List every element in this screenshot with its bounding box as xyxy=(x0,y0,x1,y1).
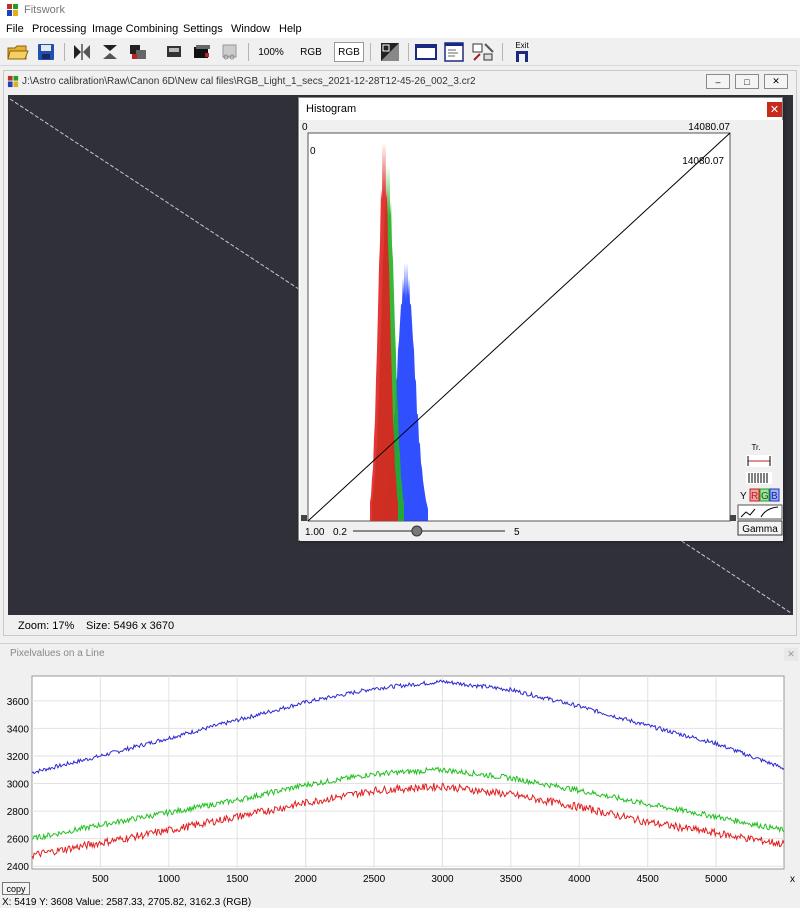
y-tick-label: 3400 xyxy=(7,724,30,735)
toolbar: 100% RGB RGB Exit xyxy=(0,38,800,66)
print-icon[interactable] xyxy=(162,42,186,62)
black-point-handle[interactable] xyxy=(301,515,307,521)
y-tick-label: 3000 xyxy=(7,780,30,791)
white-point-handle[interactable] xyxy=(730,515,736,521)
minimize-icon: – xyxy=(715,76,721,87)
menu-image-combining[interactable]: Image Combining xyxy=(92,23,178,35)
x-tick-label: 1500 xyxy=(226,874,249,885)
minimize-button[interactable]: – xyxy=(706,74,730,89)
exit-icon xyxy=(516,51,528,62)
histogram-titlebar: Histogram ✕ xyxy=(299,98,782,120)
gamma-value: 1.00 xyxy=(305,527,325,538)
pixel-status-readout: X: 5419 Y: 3608 Value: 2587.33, 2705.82,… xyxy=(2,897,252,908)
zoom-100-button[interactable]: 100% xyxy=(254,42,288,62)
histogram-panel: 0 14080.07 0 14080.07 1.00 0.2 5 Tr. Y R… xyxy=(300,120,783,541)
contrast-icon[interactable] xyxy=(378,42,402,62)
x-tick-label: 3000 xyxy=(431,874,454,885)
menu-file[interactable]: File xyxy=(6,23,24,35)
barcode-icon[interactable] xyxy=(746,472,772,484)
restore-icon: □ xyxy=(744,76,750,87)
channel-y[interactable]: Y xyxy=(740,491,747,502)
restore-button[interactable]: □ xyxy=(735,74,759,89)
app-title: Fitswork xyxy=(24,4,65,16)
rgb-button-1[interactable]: RGB xyxy=(296,42,326,62)
y-tick-label: 2600 xyxy=(7,835,30,846)
close-icon: ✕ xyxy=(787,649,795,659)
histogram-left-min: 0 xyxy=(302,122,308,133)
y-tick-label: 3200 xyxy=(7,752,30,763)
histogram-inner-right: 14080.07 xyxy=(682,156,724,167)
channel-b[interactable]: B xyxy=(771,491,778,502)
copy-button[interactable]: copy xyxy=(2,882,30,895)
y-tick-label: 2400 xyxy=(7,862,30,873)
close-icon: ✕ xyxy=(772,76,780,86)
x-tick-label: 4000 xyxy=(568,874,591,885)
channel-g[interactable]: G xyxy=(761,491,769,502)
x-axis-label: x xyxy=(790,874,795,885)
window-icon[interactable] xyxy=(414,42,438,62)
black-card-icon[interactable] xyxy=(190,42,214,62)
channel-r[interactable]: R xyxy=(751,491,758,502)
y-tick-label: 2800 xyxy=(7,807,30,818)
range-icon[interactable] xyxy=(746,455,772,467)
zoom-readout: Zoom: 17% xyxy=(18,620,75,632)
fitswork-logo-icon xyxy=(7,4,18,16)
slider-min: 0.2 xyxy=(333,527,347,538)
fitswork-logo-icon xyxy=(7,75,19,88)
x-tick-label: 500 xyxy=(92,874,109,885)
menu-settings[interactable]: Settings xyxy=(183,23,223,35)
image-status-bar: Zoom: 17% Size: 5496 x 3670 xyxy=(8,617,793,635)
slider-max: 5 xyxy=(514,527,520,538)
crop-icon[interactable] xyxy=(218,42,242,62)
save-icon[interactable] xyxy=(34,42,58,62)
image-window-titlebar: J:\Astro calibration\Raw\Canon 6D\New ca… xyxy=(4,71,796,93)
exit-label: Exit xyxy=(515,41,529,50)
curve-mode-icon[interactable] xyxy=(737,504,783,520)
x-tick-label: 5000 xyxy=(705,874,728,885)
histogram-close-button[interactable]: ✕ xyxy=(767,102,782,117)
flip-horizontal-icon[interactable] xyxy=(70,42,94,62)
app-title-bar: Fitswork xyxy=(0,0,800,20)
pixel-values-window: Pixelvalues on a Line ✕ 500 1000 1500 2000 2… xyxy=(0,643,800,908)
histogram-top-right: 14080.07 xyxy=(688,122,730,133)
image-window-title: J:\Astro calibration\Raw\Canon 6D\New ca… xyxy=(22,76,476,87)
histogram-graph[interactable]: 0 14080.07 0 14080.07 1.00 0.2 5 Tr. Y R… xyxy=(300,120,783,541)
pixel-values-close-button[interactable]: ✕ xyxy=(784,648,798,661)
open-icon[interactable] xyxy=(6,42,30,62)
exit-button[interactable]: Exit xyxy=(508,42,536,62)
x-tick-label: 3500 xyxy=(500,874,523,885)
x-tick-label: 2500 xyxy=(363,874,386,885)
size-readout: Size: 5496 x 3670 xyxy=(86,620,175,632)
histogram-title: Histogram xyxy=(306,103,357,115)
rotate-icon[interactable] xyxy=(126,42,150,62)
close-button[interactable]: ✕ xyxy=(764,74,788,89)
tools-icon[interactable] xyxy=(470,42,496,62)
tr-label: Tr. xyxy=(751,443,760,452)
x-tick-label: 4500 xyxy=(637,874,660,885)
pixel-values-title: Pixelvalues on a Line xyxy=(10,648,105,659)
histogram-window: Histogram ✕ 0 14080.07 0 14080.07 1.00 0… xyxy=(298,97,783,541)
close-icon: ✕ xyxy=(769,104,780,116)
y-tick-label: 3600 xyxy=(7,697,30,708)
document-icon[interactable] xyxy=(442,42,466,62)
menu-processing[interactable]: Processing xyxy=(32,23,86,35)
menu-help[interactable]: Help xyxy=(279,23,302,35)
flip-vertical-icon[interactable] xyxy=(98,42,122,62)
menu-window[interactable]: Window xyxy=(231,23,270,35)
gamma-button-label: Gamma xyxy=(742,524,778,535)
histogram-inner-min: 0 xyxy=(310,146,316,157)
menu-bar: File Processing Image Combining Settings… xyxy=(0,20,800,38)
x-tick-label: 1000 xyxy=(158,874,181,885)
rgb-button-2[interactable]: RGB xyxy=(334,42,364,62)
pixel-values-chart[interactable]: 500 1000 1500 2000 2500 3000 3500 4000 4500 5000 2… xyxy=(0,668,800,890)
x-tick-label: 2000 xyxy=(295,874,318,885)
gamma-slider-thumb[interactable] xyxy=(411,525,423,537)
